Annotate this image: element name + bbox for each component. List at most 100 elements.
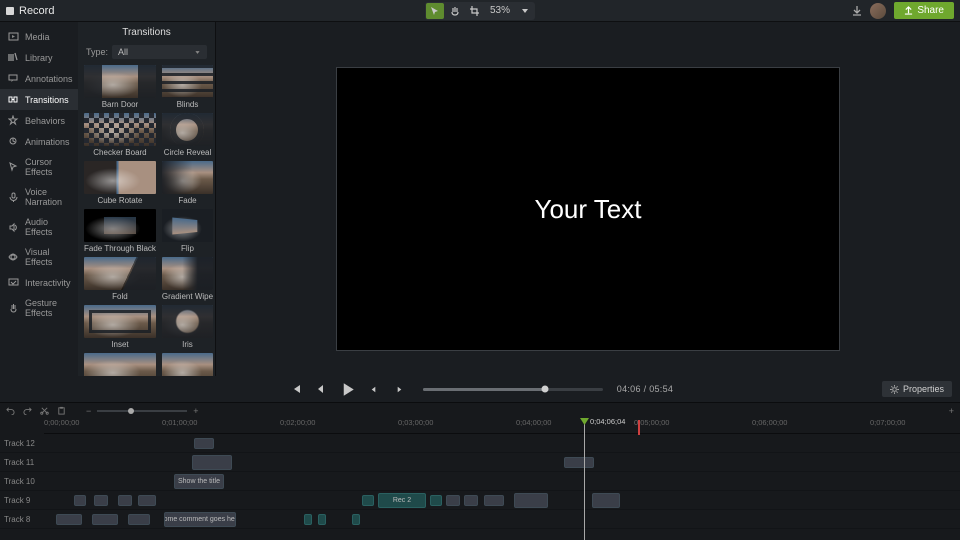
paste-icon[interactable]	[57, 406, 66, 415]
sidebar-item-behaviors[interactable]: Behaviors	[0, 110, 78, 131]
track-row[interactable]: Track 12	[0, 434, 960, 453]
timeline-clip[interactable]	[92, 514, 118, 525]
transition-fold[interactable]: Fold	[84, 257, 156, 301]
track-row[interactable]: Track 10 Show the title	[0, 472, 960, 491]
sidebar-item-gesture[interactable]: Gesture Effects	[0, 293, 78, 323]
track-row[interactable]: Track 9 Rec 2	[0, 491, 960, 510]
timeline-clip[interactable]	[446, 495, 460, 506]
type-label: Type:	[86, 47, 108, 57]
timeline-clip[interactable]	[362, 495, 374, 506]
timeline-clip[interactable]	[74, 495, 86, 506]
prev-clip-button[interactable]	[287, 380, 305, 398]
transition-gradient-wipe[interactable]: Gradient Wipe	[162, 257, 213, 301]
record-button[interactable]: Record	[6, 5, 54, 17]
timeline-clip[interactable]	[514, 493, 548, 508]
sidebar-item-visual[interactable]: Visual Effects	[0, 242, 78, 272]
interactivity-icon	[8, 277, 19, 288]
redo-icon[interactable]	[23, 406, 32, 415]
transition-barn-door[interactable]: Barn Door	[84, 65, 156, 109]
timeline-clip[interactable]	[192, 455, 232, 470]
user-avatar[interactable]	[870, 3, 886, 19]
timeline-clip[interactable]	[138, 495, 156, 506]
track-header[interactable]: Track 9	[0, 491, 44, 509]
scrub-bar[interactable]	[423, 388, 603, 391]
cut-icon[interactable]	[40, 406, 49, 415]
transition-fade[interactable]: Fade	[162, 161, 213, 205]
sidebar-item-voice[interactable]: Voice Narration	[0, 182, 78, 212]
timeline-clip[interactable]	[352, 514, 360, 525]
timeline-clip[interactable]	[564, 457, 594, 468]
timeline-clip[interactable]	[194, 438, 214, 449]
timeline-clip[interactable]	[56, 514, 82, 525]
transition-inset[interactable]: Inset	[84, 305, 156, 349]
tool-crop[interactable]	[466, 3, 484, 19]
timeline-clip[interactable]	[118, 495, 132, 506]
timeline-clip[interactable]	[304, 514, 312, 525]
timeline-clip[interactable]	[592, 493, 620, 508]
prev-marker-button[interactable]	[365, 380, 383, 398]
timeline-clip[interactable]	[128, 514, 150, 525]
timeline-clip[interactable]: Show the title	[174, 474, 224, 489]
transition-more[interactable]	[162, 353, 213, 376]
track-header[interactable]: Track 12	[0, 434, 44, 452]
timeline-clip[interactable]	[94, 495, 108, 506]
timeline-clip[interactable]	[318, 514, 326, 525]
sidebar-item-audio[interactable]: Audio Effects	[0, 212, 78, 242]
sidebar-item-interactivity[interactable]: Interactivity	[0, 272, 78, 293]
transition-fade-through-black[interactable]: Fade Through Black	[84, 209, 156, 253]
track-header[interactable]: Track 11	[0, 453, 44, 471]
ruler-tick: 0;01;00;00	[162, 418, 197, 427]
preview-canvas[interactable]: Your Text	[336, 67, 840, 351]
timeline-clip[interactable]	[484, 495, 504, 506]
track-header[interactable]: Track 10	[0, 472, 44, 490]
play-button[interactable]	[339, 380, 357, 398]
transition-iris[interactable]: Iris	[162, 305, 213, 349]
track-row[interactable]: Track 11	[0, 453, 960, 472]
ruler-tick: 0;00;00;00	[44, 418, 79, 427]
timeline-zoom-slider[interactable]	[97, 410, 187, 412]
sidebar-item-media[interactable]: Media	[0, 26, 78, 47]
track-row[interactable]: Track 8 Some comment goes here	[0, 510, 960, 529]
timeline-clip[interactable]: Rec 2	[378, 493, 426, 508]
transition-flip[interactable]: Flip	[162, 209, 213, 253]
undo-icon[interactable]	[6, 406, 15, 415]
zoom-out-icon[interactable]: −	[86, 406, 91, 416]
upload-icon	[904, 6, 913, 15]
transition-blinds[interactable]: Blinds	[162, 65, 213, 109]
transitions-icon	[8, 94, 19, 105]
behaviors-icon	[8, 115, 19, 126]
sidebar-item-animations[interactable]: Animations	[0, 131, 78, 152]
timeline-marker[interactable]	[638, 420, 640, 435]
timeline-clip[interactable]: Some comment goes here	[164, 512, 236, 527]
step-back-button[interactable]	[313, 380, 331, 398]
next-marker-button[interactable]	[391, 380, 409, 398]
media-icon	[8, 31, 19, 42]
share-button[interactable]: Share	[894, 2, 954, 19]
timeline-clip[interactable]	[464, 495, 478, 506]
record-label: Record	[19, 5, 54, 17]
sidebar-item-library[interactable]: Library	[0, 47, 78, 68]
download-icon[interactable]	[852, 6, 862, 16]
track-header[interactable]: Track 8	[0, 510, 44, 528]
tool-hand[interactable]	[446, 3, 464, 19]
playhead[interactable]: 0;04;06;04	[584, 418, 585, 540]
add-track-button[interactable]: +	[949, 406, 954, 416]
sidebar-item-annotations[interactable]: Annotations	[0, 68, 78, 89]
tool-select[interactable]	[426, 3, 444, 19]
timeline-clip[interactable]	[430, 495, 442, 506]
sidebar-item-cursor[interactable]: Cursor Effects	[0, 152, 78, 182]
sidebar-item-transitions[interactable]: Transitions	[0, 89, 78, 110]
transition-more[interactable]	[84, 353, 156, 376]
zoom-dropdown[interactable]	[516, 3, 534, 19]
transition-circle-reveal[interactable]: Circle Reveal	[162, 113, 213, 157]
gear-icon	[890, 385, 899, 394]
canvas-text: Your Text	[535, 194, 642, 225]
properties-button[interactable]: Properties	[882, 381, 952, 397]
ruler-tick: 0;03;00;00	[398, 418, 433, 427]
canvas-zoom: 53%	[486, 5, 514, 16]
transition-checker-board[interactable]: Checker Board	[84, 113, 156, 157]
transition-cube-rotate[interactable]: Cube Rotate	[84, 161, 156, 205]
zoom-in-icon[interactable]: +	[193, 406, 198, 416]
scrub-head[interactable]	[542, 386, 549, 393]
type-dropdown[interactable]: All	[112, 45, 207, 59]
